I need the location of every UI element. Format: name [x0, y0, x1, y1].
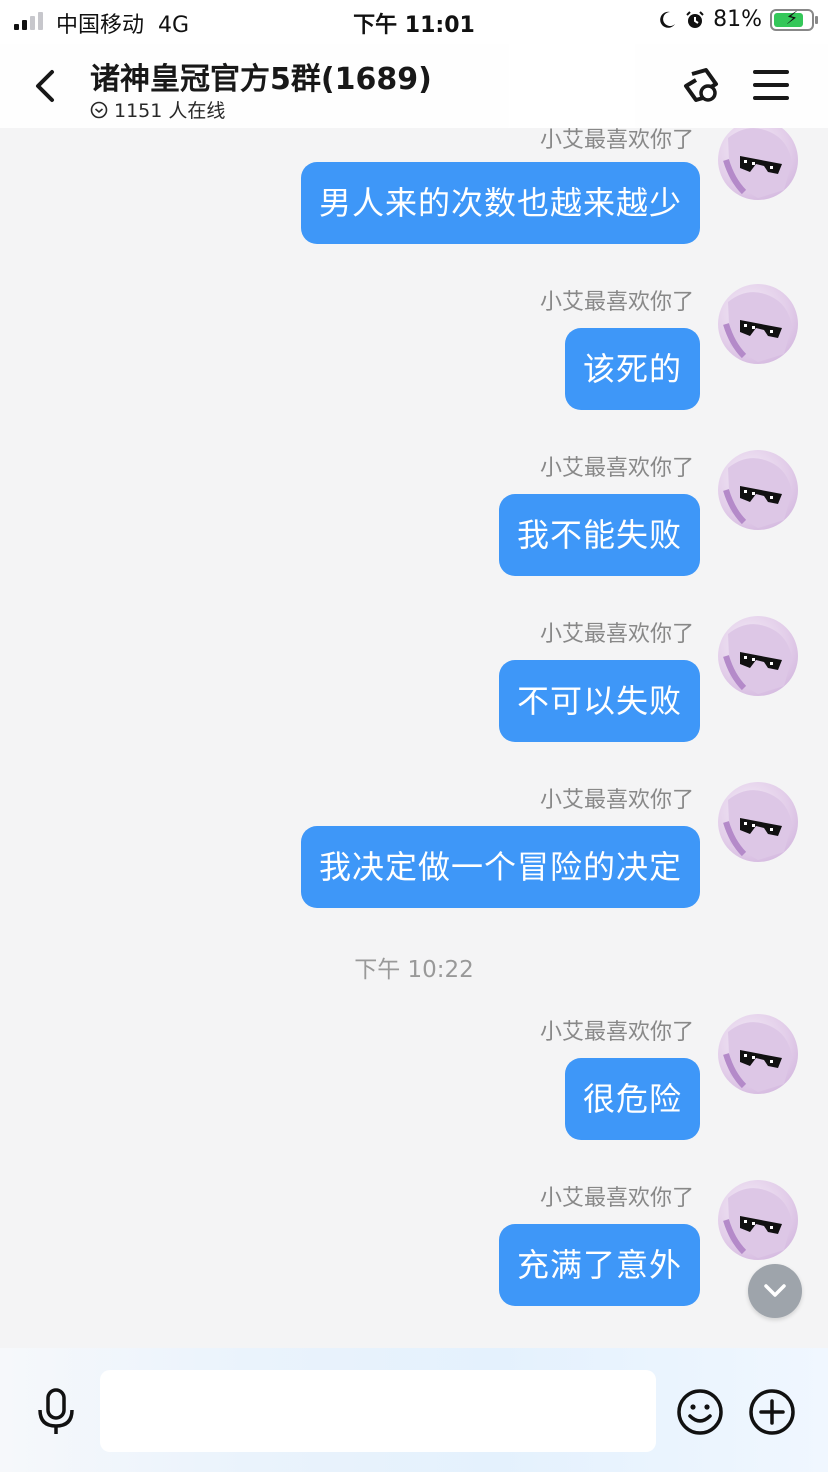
input-bar — [0, 1348, 828, 1472]
avatar[interactable] — [718, 1180, 798, 1260]
group-title[interactable]: 诸神皇冠官方5群(1689) — [90, 54, 432, 98]
sender-name: 小艾最喜欢你了 — [539, 456, 694, 481]
sender-name: 小艾最喜欢你了 — [539, 1020, 694, 1045]
message-bubble[interactable]: 男人来的次数也越来越少 — [300, 162, 700, 244]
sunglasses-avatar-icon — [723, 1022, 792, 1092]
group-link-icon[interactable] — [676, 60, 726, 110]
avatar[interactable] — [718, 782, 798, 862]
sender-name: 小艾最喜欢你了 — [539, 128, 694, 153]
battery-percent: 81% — [713, 7, 762, 32]
sender-name: 小艾最喜欢你了 — [539, 1186, 694, 1211]
avatar[interactable] — [718, 616, 798, 696]
message-bubble[interactable]: 我不能失败 — [498, 494, 700, 576]
moon-icon — [660, 11, 676, 28]
avatar[interactable] — [718, 450, 798, 530]
chat-header: 诸神皇冠官方5群(1689) 1151 人在线 — [0, 44, 828, 128]
back-arrow-icon[interactable] — [28, 64, 68, 108]
signal-icon — [14, 12, 43, 30]
carrier-name: 中国移动 — [56, 13, 145, 38]
message-bubble[interactable]: 充满了意外 — [498, 1224, 700, 1306]
sunglasses-avatar-icon — [723, 292, 792, 362]
avatar[interactable] — [718, 1014, 798, 1094]
sender-name: 小艾最喜欢你了 — [539, 290, 694, 315]
sender-name: 小艾最喜欢你了 — [539, 622, 694, 647]
avatar[interactable] — [718, 284, 798, 364]
menu-icon[interactable] — [746, 60, 796, 110]
status-right: 81% ⚡ — [657, 7, 818, 32]
carrier-label: 中国移动 4G — [56, 7, 189, 39]
chevron-down-icon — [764, 1284, 786, 1297]
chat-message-list[interactable]: 小艾最喜欢你了 男人来的次数也越来越少 小艾最喜欢你了 该死的 小艾最喜欢你了 … — [0, 128, 828, 1348]
message-bubble[interactable]: 我决定做一个冒险的决定 — [300, 826, 700, 908]
sunglasses-avatar-icon — [723, 624, 792, 694]
sunglasses-avatar-icon — [723, 458, 792, 528]
scroll-to-bottom-button[interactable] — [748, 1264, 802, 1318]
sunglasses-avatar-icon — [723, 790, 792, 860]
message-bubble[interactable]: 不可以失败 — [498, 660, 700, 742]
online-count: 1151 人在线 — [114, 100, 226, 122]
alarm-icon — [686, 10, 704, 28]
sunglasses-avatar-icon — [723, 128, 792, 198]
sender-name: 小艾最喜欢你了 — [539, 788, 694, 813]
message-input[interactable] — [100, 1370, 656, 1452]
status-bar: 中国移动 4G 下午 11:01 81% ⚡ — [0, 0, 828, 44]
avatar[interactable] — [718, 128, 798, 200]
sunglasses-avatar-icon — [723, 1188, 792, 1258]
emoji-icon[interactable] — [676, 1388, 724, 1436]
message-bubble[interactable]: 该死的 — [564, 328, 700, 410]
battery-icon: ⚡ — [770, 8, 818, 31]
message-bubble[interactable]: 很危险 — [564, 1058, 700, 1140]
check-circle-icon — [90, 101, 108, 118]
network-type: 4G — [158, 13, 190, 38]
plus-icon[interactable] — [748, 1388, 796, 1436]
time-divider: 下午 10:22 — [354, 957, 474, 983]
mic-icon[interactable] — [34, 1388, 78, 1436]
online-status[interactable]: 1151 人在线 — [90, 96, 225, 123]
